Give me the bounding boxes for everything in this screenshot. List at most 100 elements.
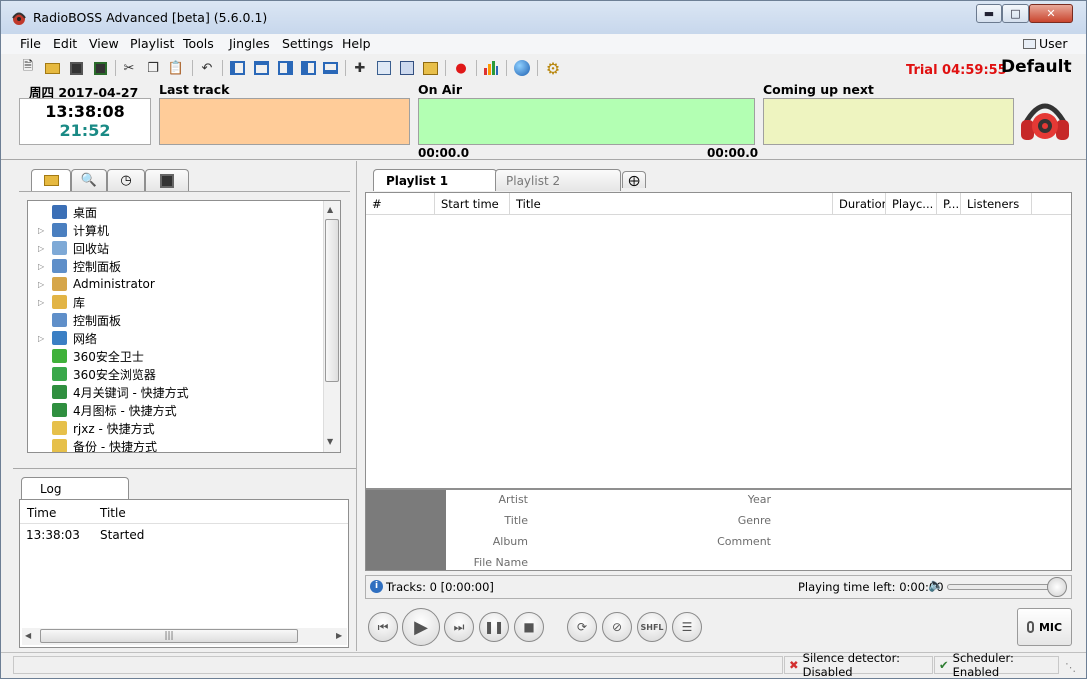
playlist-grid[interactable]: # Start time Title Duration Playc... P..… <box>365 192 1072 489</box>
tab-playlist-1[interactable]: Playlist 1 <box>373 169 497 191</box>
scheduler-status[interactable]: ✔ Scheduler: Enabled <box>934 651 1059 679</box>
tab-log[interactable]: Log <box>21 477 129 499</box>
layout-4-icon[interactable] <box>299 59 317 77</box>
layout-5-icon[interactable] <box>321 59 339 77</box>
tree-item[interactable]: 4月关键词 - 快捷方式 <box>28 383 323 401</box>
tree-item[interactable]: ▷ 网络 <box>28 329 323 347</box>
menu-file[interactable]: File <box>20 36 41 51</box>
globe-icon[interactable] <box>513 59 531 77</box>
new-icon[interactable]: 🗎 <box>19 59 37 77</box>
col-listeners[interactable]: Listeners <box>961 193 1032 215</box>
tab-search[interactable]: 🔍 <box>71 169 107 191</box>
mic-button[interactable]: MIC <box>1017 608 1072 646</box>
shuffle-button[interactable]: SHFL <box>637 612 667 642</box>
tree-item[interactable]: ▷ 库 <box>28 293 323 311</box>
stop-button[interactable]: ■ <box>514 612 544 642</box>
tree-item[interactable]: ▷ 回收站 <box>28 239 323 257</box>
tree-item[interactable]: 360安全卫士 <box>28 347 323 365</box>
expand-arrow-icon[interactable]: ▷ <box>38 244 48 253</box>
resize-grip-icon[interactable]: ⋱ <box>1065 661 1076 674</box>
copy-icon[interactable]: ❐ <box>144 59 162 77</box>
col-duration[interactable]: Duration <box>833 193 886 215</box>
scroll-down-icon[interactable]: ▼ <box>327 437 333 446</box>
record-icon[interactable]: ● <box>452 59 470 77</box>
menu-edit[interactable]: Edit <box>53 36 77 51</box>
log-scroll-thumb[interactable]: ||| <box>40 629 298 643</box>
tree-item-icon <box>52 439 67 452</box>
tab-folders[interactable] <box>31 169 71 191</box>
volume-slider-knob[interactable] <box>1047 577 1067 597</box>
tab-playlist-2[interactable]: Playlist 2 <box>495 169 621 191</box>
undo-icon[interactable]: ↶ <box>198 59 216 77</box>
layout-2-icon[interactable] <box>252 59 270 77</box>
settings-gear-icon[interactable]: ⚙ <box>544 59 562 78</box>
previous-button[interactable]: ⏮ <box>368 612 398 642</box>
add-files-icon[interactable]: ✚ <box>351 59 369 77</box>
add-playlist-button[interactable]: ⨁ <box>622 171 646 188</box>
tree-item[interactable]: ▷ 计算机 <box>28 221 323 239</box>
menu-settings[interactable]: Settings <box>282 36 333 51</box>
layout-1-icon[interactable] <box>228 59 246 77</box>
stats-icon[interactable] <box>482 59 500 77</box>
tree-scrollbar[interactable]: ▲ ▼ <box>323 201 340 452</box>
file-tree[interactable]: 桌面 ▷ 计算机 ▷ 回收站 ▷ 控制面板 ▷ Administrator ▷ 库控制面板 ▷ 网络 36… <box>27 200 341 453</box>
scroll-left-icon[interactable]: ◀ <box>25 631 31 640</box>
menu-tools[interactable]: Tools <box>183 36 214 51</box>
tab-history[interactable]: ◷ <box>107 169 145 191</box>
expand-arrow-icon[interactable]: ▷ <box>38 280 48 289</box>
paste-icon[interactable]: 📋 <box>167 59 185 77</box>
minimize-button[interactable]: ▬ <box>976 4 1002 23</box>
open-icon[interactable] <box>43 59 61 77</box>
add-url-icon[interactable] <box>421 59 439 77</box>
vertical-splitter[interactable] <box>356 161 357 651</box>
coming-up-next-panel[interactable] <box>763 98 1014 145</box>
col-number[interactable]: # <box>366 193 435 215</box>
last-track-panel[interactable] <box>159 98 410 145</box>
save-icon[interactable] <box>67 59 85 77</box>
expand-arrow-icon[interactable]: ▷ <box>38 334 48 343</box>
scroll-up-icon[interactable]: ▲ <box>327 205 333 214</box>
menu-jingles[interactable]: Jingles <box>229 36 270 51</box>
tree-item[interactable]: 桌面 <box>28 203 323 221</box>
on-air-panel[interactable] <box>418 98 755 145</box>
tree-item[interactable]: 控制面板 <box>28 311 323 329</box>
log-col-title[interactable]: Title <box>100 506 126 520</box>
expand-arrow-icon[interactable]: ▷ <box>38 298 48 307</box>
play-button[interactable]: ▶ <box>402 608 440 646</box>
log-col-time[interactable]: Time <box>27 506 56 520</box>
col-playcount[interactable]: Playc... <box>886 193 937 215</box>
tree-item[interactable]: ▷ Administrator <box>28 275 323 293</box>
layout-3-icon[interactable] <box>276 59 294 77</box>
user-menu[interactable]: User <box>1023 36 1068 51</box>
maximize-button[interactable]: □ <box>1002 4 1029 23</box>
tree-item[interactable]: 备份 - 快捷方式 <box>28 437 323 452</box>
silence-detector-status[interactable]: ✖ Silence detector: Disabled <box>784 651 933 679</box>
tree-item[interactable]: 360安全浏览器 <box>28 365 323 383</box>
playlist-mode-button[interactable]: ☰ <box>672 612 702 642</box>
tree-item[interactable]: 4月图标 - 快捷方式 <box>28 401 323 419</box>
scroll-right-icon[interactable]: ▶ <box>336 631 342 640</box>
album-cover[interactable] <box>366 490 446 570</box>
log-scrollbar[interactable]: ◀ ||| ▶ <box>22 628 347 645</box>
menu-help[interactable]: Help <box>342 36 371 51</box>
stop-after-button[interactable]: ⊘ <box>602 612 632 642</box>
next-button[interactable]: ⏭ <box>444 612 474 642</box>
col-title[interactable]: Title <box>510 193 833 215</box>
insert-icon[interactable] <box>398 59 416 77</box>
expand-arrow-icon[interactable]: ▷ <box>38 226 48 235</box>
add-folder-icon[interactable] <box>375 59 393 77</box>
tree-item[interactable]: ▷ 控制面板 <box>28 257 323 275</box>
scroll-thumb[interactable] <box>325 219 339 382</box>
menu-playlist[interactable]: Playlist <box>130 36 174 51</box>
col-start-time[interactable]: Start time <box>435 193 510 215</box>
tree-item[interactable]: rjxz - 快捷方式 <box>28 419 323 437</box>
cut-icon[interactable]: ✂ <box>120 59 138 77</box>
close-button[interactable]: ✕ <box>1029 4 1073 23</box>
repeat-button[interactable]: ⟳ <box>567 612 597 642</box>
tab-library[interactable] <box>145 169 189 191</box>
save-as-icon[interactable] <box>91 59 109 77</box>
menu-view[interactable]: View <box>89 36 119 51</box>
col-p[interactable]: P... <box>937 193 961 215</box>
expand-arrow-icon[interactable]: ▷ <box>38 262 48 271</box>
pause-button[interactable]: ❚❚ <box>479 612 509 642</box>
